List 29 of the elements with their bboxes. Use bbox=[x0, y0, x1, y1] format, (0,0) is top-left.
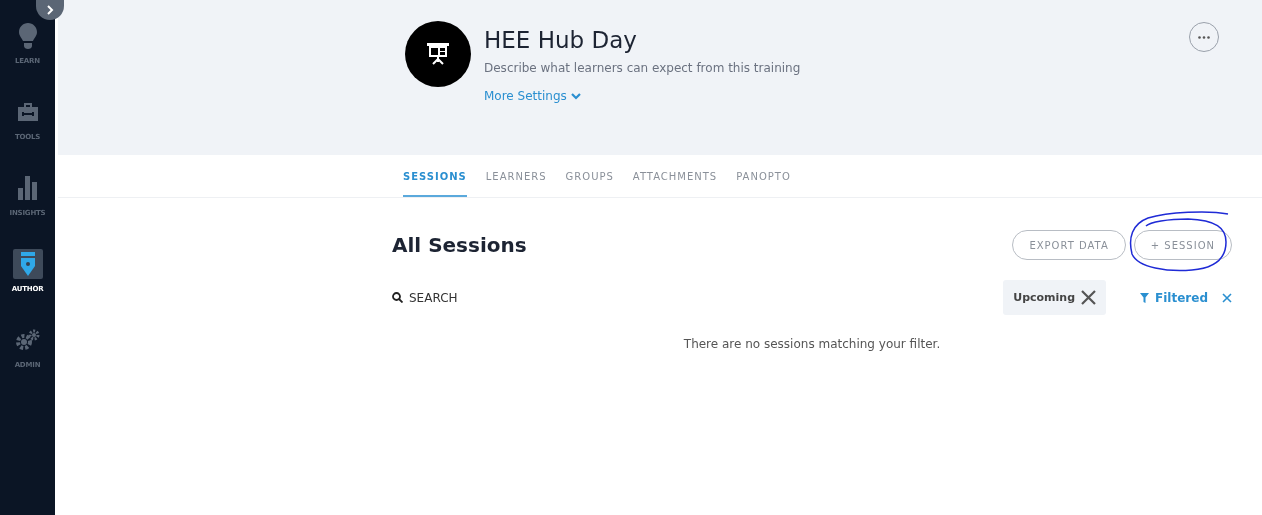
more-settings-link[interactable]: More Settings bbox=[484, 89, 581, 103]
filter-chip[interactable]: Upcoming bbox=[1003, 280, 1107, 315]
tab[interactable]: PANOPTO bbox=[736, 155, 791, 197]
export-data-button[interactable]: EXPORT DATA bbox=[1012, 230, 1126, 260]
course-description: Describe what learners can expect from this training bbox=[484, 61, 801, 75]
close-icon[interactable] bbox=[1081, 290, 1097, 305]
gears-icon bbox=[14, 329, 41, 351]
chevron-down-icon bbox=[570, 92, 581, 100]
search-icon bbox=[392, 292, 403, 303]
empty-state-message: There are no sessions matching your filter. bbox=[683, 337, 941, 351]
tab[interactable]: GROUPS bbox=[565, 155, 614, 197]
expand-toggle[interactable] bbox=[36, 0, 64, 20]
filter-icon bbox=[1140, 292, 1150, 303]
pen-nib-icon bbox=[20, 252, 35, 276]
toolbox-icon bbox=[17, 103, 38, 121]
tab[interactable]: SESSIONS bbox=[403, 155, 467, 197]
filter-status: Filtered bbox=[1155, 290, 1208, 305]
section-heading: All Sessions bbox=[392, 233, 527, 257]
add-session-button[interactable]: + SESSION bbox=[1133, 230, 1232, 260]
tab[interactable]: ATTACHMENTS bbox=[632, 155, 718, 197]
close-icon[interactable] bbox=[1222, 292, 1232, 303]
course-title: HEE Hub Day bbox=[484, 27, 638, 53]
search-field[interactable]: SEARCH bbox=[392, 290, 458, 305]
tab[interactable]: LEARNERS bbox=[485, 155, 547, 197]
presentation-board-icon bbox=[427, 43, 449, 65]
lightbulb-icon bbox=[18, 23, 37, 49]
chevron-right-icon bbox=[46, 5, 54, 15]
ellipsis-icon bbox=[1198, 35, 1210, 39]
bar-chart-icon bbox=[17, 176, 38, 200]
